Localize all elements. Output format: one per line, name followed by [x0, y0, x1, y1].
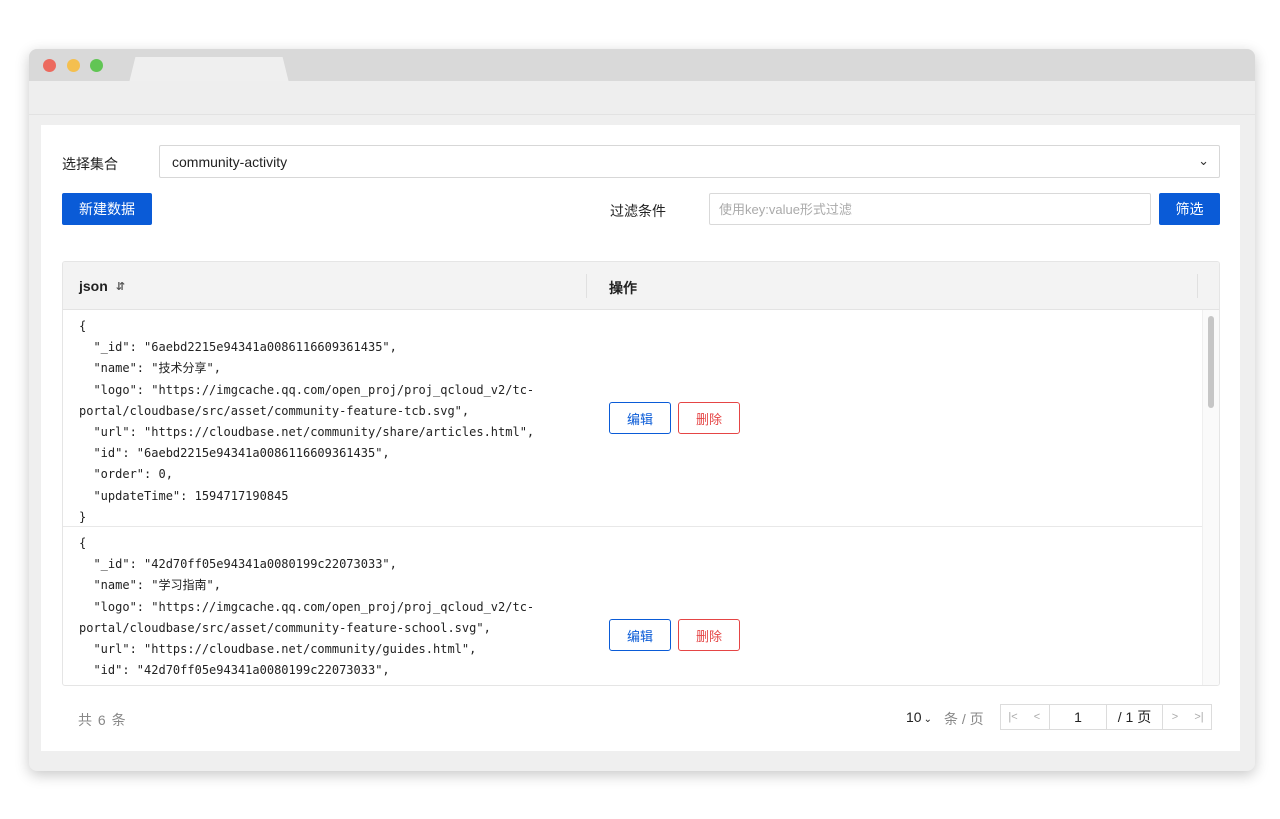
- edit-button[interactable]: 编辑: [609, 402, 671, 434]
- data-table: json ⇵ 操作 { "_id": "6aebd2215e94341a00861…: [62, 261, 1220, 686]
- delete-button[interactable]: 删除: [678, 619, 740, 651]
- prev-page-icon[interactable]: <: [1025, 705, 1049, 729]
- pagination: |< < 1 / 1 页 > >|: [1000, 704, 1212, 730]
- delete-button[interactable]: 删除: [678, 402, 740, 434]
- collection-select[interactable]: community-activity ⌄: [159, 145, 1220, 178]
- page-content: 选择集合 community-activity ⌄ 新建数据 过滤条件 筛选 j…: [41, 125, 1240, 751]
- table-row: { "_id": "42d70ff05e94341a0080199c220730…: [63, 527, 1203, 685]
- table-scrollbar[interactable]: [1202, 310, 1219, 685]
- json-cell: { "_id": "42d70ff05e94341a0080199c220730…: [79, 536, 535, 685]
- column-header-json[interactable]: json ⇵: [79, 278, 125, 294]
- page-size-select[interactable]: 10 ⌄: [906, 709, 932, 725]
- column-header-actions: 操作: [609, 280, 637, 296]
- browser-window: 选择集合 community-activity ⌄ 新建数据 过滤条件 筛选 j…: [29, 49, 1255, 771]
- browser-toolbar: [29, 81, 1255, 115]
- table-row: { "_id": "6aebd2215e94341a00861166093614…: [63, 310, 1203, 527]
- page-size-unit: 条 / 页: [944, 711, 984, 727]
- table-header: json ⇵ 操作: [63, 262, 1219, 310]
- table-body: { "_id": "6aebd2215e94341a00861166093614…: [63, 310, 1203, 685]
- new-data-button[interactable]: 新建数据: [62, 193, 152, 225]
- collection-label: 选择集合: [62, 156, 118, 172]
- first-page-icon[interactable]: |<: [1001, 705, 1025, 729]
- minimize-window-button[interactable]: [67, 59, 80, 72]
- json-cell: { "_id": "6aebd2215e94341a00861166093614…: [79, 319, 535, 524]
- column-divider: [586, 274, 587, 298]
- total-count: 共 6 条: [78, 712, 127, 728]
- last-page-icon[interactable]: >|: [1187, 705, 1211, 729]
- edit-button[interactable]: 编辑: [609, 619, 671, 651]
- collection-select-value: community-activity: [172, 154, 288, 170]
- maximize-window-button[interactable]: [90, 59, 103, 72]
- page-size-value: 10: [906, 709, 922, 725]
- scrollbar-thumb[interactable]: [1208, 316, 1214, 408]
- total-pages: / 1 页: [1107, 705, 1163, 729]
- filter-button[interactable]: 筛选: [1159, 193, 1220, 225]
- column-divider: [1197, 274, 1198, 298]
- chevron-down-icon: ⌄: [923, 714, 932, 725]
- next-page-icon[interactable]: >: [1163, 705, 1187, 729]
- sort-icon[interactable]: ⇵: [116, 280, 125, 293]
- chevron-down-icon: ⌄: [1198, 153, 1209, 168]
- browser-tab[interactable]: [129, 57, 289, 83]
- filter-label: 过滤条件: [610, 203, 666, 219]
- title-bar: [29, 49, 1255, 83]
- filter-input[interactable]: [709, 193, 1151, 225]
- column-header-json-label: json: [79, 278, 108, 294]
- page-number-input[interactable]: 1: [1049, 705, 1107, 729]
- close-window-button[interactable]: [43, 59, 56, 72]
